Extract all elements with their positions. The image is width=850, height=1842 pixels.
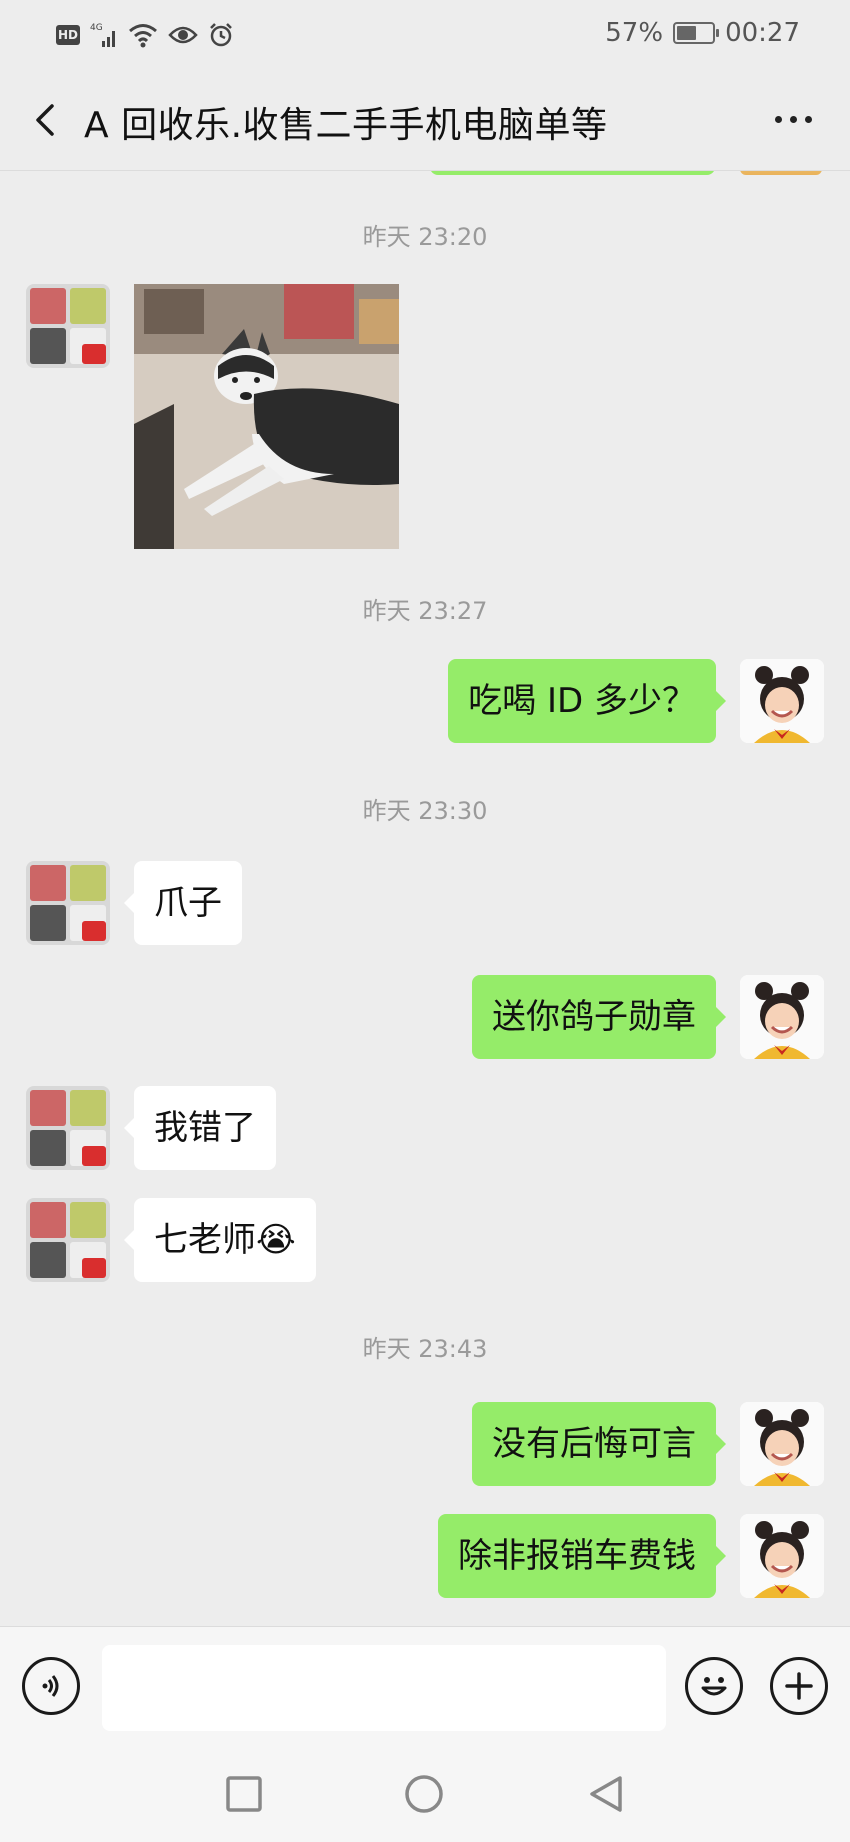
alarm-icon <box>210 23 232 47</box>
message-input[interactable] <box>102 1645 666 1731</box>
message-bubble-incoming[interactable]: 七老师😭 <box>124 1198 316 1282</box>
wifi-icon <box>129 24 157 48</box>
clock: 00:27 <box>725 18 800 48</box>
status-icons-left: HD 4G <box>56 20 234 50</box>
svg-text:4G: 4G <box>90 23 103 33</box>
hd-icon: HD <box>56 25 80 45</box>
eye-icon <box>168 26 198 44</box>
contact-avatar[interactable] <box>26 861 110 945</box>
my-avatar[interactable] <box>740 1402 824 1486</box>
message-bubble-outgoing[interactable]: 没有后悔可言 <box>472 1402 726 1486</box>
my-avatar[interactable] <box>740 975 824 1059</box>
battery-percent: 57% <box>605 18 664 48</box>
battery-fill <box>677 26 697 40</box>
message-bubble-outgoing[interactable]: 送你鸽子勋章 <box>472 975 726 1059</box>
back-icon[interactable] <box>26 100 66 140</box>
system-nav-bar <box>0 1746 850 1842</box>
timestamp: 昨天 23:27 <box>362 597 488 625</box>
timestamp: 昨天 23:43 <box>362 1335 488 1363</box>
shared-photo[interactable] <box>134 284 399 549</box>
contact-avatar[interactable] <box>26 284 110 368</box>
timestamp: 昨天 23:30 <box>362 797 488 825</box>
message-bubble-outgoing[interactable]: 除非报销车费钱 <box>438 1514 726 1598</box>
back-nav-icon[interactable] <box>586 1774 626 1814</box>
battery-icon <box>673 22 720 44</box>
my-avatar[interactable] <box>740 659 824 743</box>
chat-header: A 回收乐.收售二手手机电脑单等 <box>0 70 850 171</box>
more-icon[interactable] <box>775 116 812 123</box>
add-icon[interactable] <box>770 1657 828 1715</box>
status-bar: HD 4G 57% 00:27 <box>0 0 850 70</box>
timestamp: 昨天 23:20 <box>362 223 488 251</box>
chat-title: A 回收乐.收售二手手机电脑单等 <box>84 105 608 146</box>
message-bubble-incoming[interactable]: 我错了 <box>124 1086 276 1170</box>
previous-message-avatar <box>740 171 822 175</box>
contact-avatar[interactable] <box>26 1086 110 1170</box>
previous-message-bubble <box>430 171 715 175</box>
contact-avatar[interactable] <box>26 1198 110 1282</box>
message-bubble-outgoing[interactable]: 吃喝 ID 多少？ <box>448 659 726 743</box>
input-bar <box>0 1626 850 1747</box>
message-bubble-incoming[interactable]: 爪子 <box>124 861 242 945</box>
recent-apps-icon[interactable] <box>224 1774 264 1814</box>
signal-icon: 4G <box>90 23 115 47</box>
my-avatar[interactable] <box>740 1514 824 1598</box>
emoji-icon[interactable] <box>685 1657 743 1715</box>
message-list[interactable]: 昨天 23:20 昨天 23:27 吃喝 ID 多少？ 昨天 23:30 爪子 … <box>0 171 850 1626</box>
status-icons-right: 57% 00:27 <box>605 18 800 48</box>
voice-icon[interactable] <box>22 1657 80 1715</box>
husky-dog-image <box>134 284 399 549</box>
home-icon[interactable] <box>404 1774 444 1814</box>
